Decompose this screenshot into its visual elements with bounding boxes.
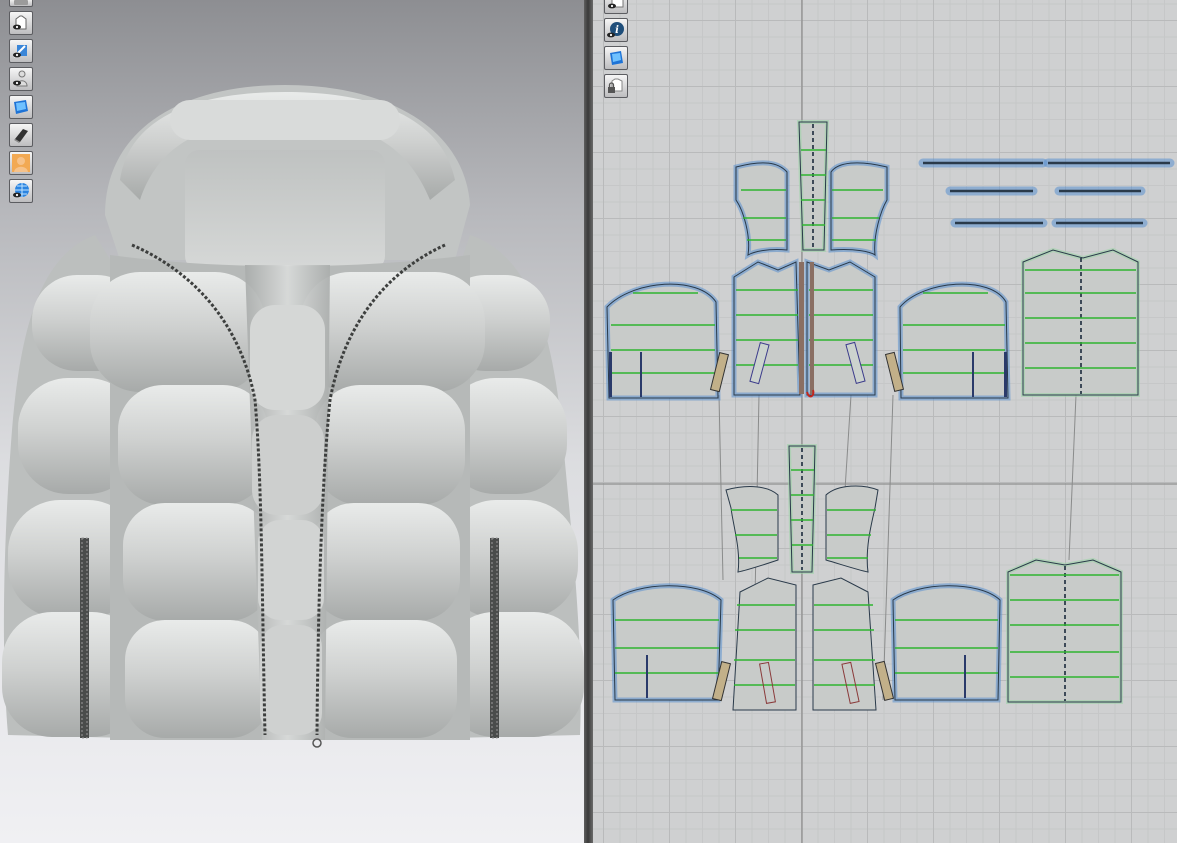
back-piece[interactable] bbox=[1021, 247, 1140, 397]
lining-front-right[interactable] bbox=[812, 577, 877, 711]
sleeve-piece-right[interactable] bbox=[897, 281, 1011, 401]
lining-sleeve-left[interactable] bbox=[610, 583, 724, 703]
lining-hood-left[interactable] bbox=[725, 486, 779, 573]
hood-side-left[interactable] bbox=[733, 160, 790, 260]
pattern-info-icon: i bbox=[607, 22, 624, 38]
sleeve-piece-left[interactable] bbox=[604, 281, 721, 401]
pattern-info-button[interactable]: i bbox=[604, 18, 628, 42]
hood-center-panel[interactable] bbox=[796, 120, 830, 252]
hood-side-right[interactable] bbox=[828, 160, 890, 261]
lining-sleeve-right[interactable] bbox=[890, 583, 1003, 703]
lining-hood-right[interactable] bbox=[825, 485, 879, 573]
binding-strips[interactable] bbox=[918, 158, 1175, 228]
3d-viewport[interactable] bbox=[0, 0, 584, 843]
2d-view-toolbar: i bbox=[604, 0, 628, 98]
lock-garment-button[interactable] bbox=[604, 74, 628, 98]
front-piece-right[interactable] bbox=[804, 258, 878, 398]
fabric-texture-2d-icon bbox=[610, 51, 623, 65]
lining-hood-center[interactable] bbox=[786, 444, 818, 574]
hood bbox=[105, 85, 470, 270]
lock-garment-icon bbox=[608, 78, 623, 93]
front-piece-left[interactable] bbox=[731, 258, 803, 398]
fabric-texture-2d-button[interactable] bbox=[604, 46, 628, 70]
2d-pattern-window[interactable]: i bbox=[593, 0, 1177, 843]
show-2d-pattern-button[interactable] bbox=[604, 0, 628, 14]
pattern-canvas[interactable] bbox=[593, 0, 1177, 843]
svg-text:i: i bbox=[615, 25, 619, 36]
garment-3d-render[interactable] bbox=[0, 0, 584, 843]
lining-back-piece[interactable] bbox=[1006, 557, 1123, 704]
lining-front-left[interactable] bbox=[732, 577, 797, 711]
show-2d-pattern-icon bbox=[608, 0, 624, 9]
jacket-body bbox=[90, 255, 485, 740]
view-splitter[interactable] bbox=[584, 0, 593, 843]
